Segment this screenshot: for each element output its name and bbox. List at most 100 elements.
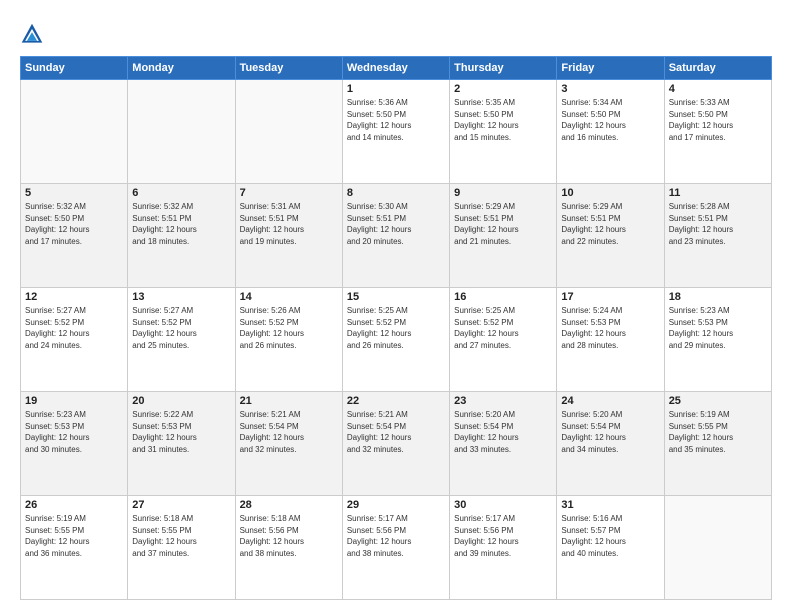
- page: SundayMondayTuesdayWednesdayThursdayFrid…: [0, 0, 792, 612]
- calendar-cell: 15 Sunrise: 5:25 AM Sunset: 5:52 PM Dayli…: [342, 288, 449, 392]
- day-number: 12: [25, 291, 123, 303]
- calendar-cell: 1Sunrise: 5:36 AM Sunset: 5:50 PM Daylig…: [342, 80, 449, 184]
- day-detail: Sunrise: 5:32 AM Sunset: 5:51 PM Dayligh…: [132, 201, 230, 247]
- day-number: 27: [132, 499, 230, 511]
- day-number: 26: [25, 499, 123, 511]
- calendar-week-1: 1Sunrise: 5:36 AM Sunset: 5:50 PM Daylig…: [21, 80, 772, 184]
- calendar-cell: 10Sunrise: 5:29 AM Sunset: 5:51 PM Dayli…: [557, 184, 664, 288]
- day-number: 24: [561, 395, 659, 407]
- day-number: 8: [347, 187, 445, 199]
- day-number: 11: [669, 187, 767, 199]
- calendar-cell: 9 Sunrise: 5:29 AM Sunset: 5:51 PM Daylig…: [450, 184, 557, 288]
- calendar-week-5: 26 Sunrise: 5:19 AM Sunset: 5:55 PM Dayli…: [21, 496, 772, 600]
- day-number: 16: [454, 291, 552, 303]
- day-detail: Sunrise: 5:17 AM Sunset: 5:56 PM Dayligh…: [347, 513, 445, 559]
- day-number: 9: [454, 187, 552, 199]
- weekday-header-friday: Friday: [557, 57, 664, 80]
- day-number: 15: [347, 291, 445, 303]
- day-detail: Sunrise: 5:24 AM Sunset: 5:53 PM Dayligh…: [561, 305, 659, 351]
- day-number: 20: [132, 395, 230, 407]
- calendar-cell: 4 Sunrise: 5:33 AM Sunset: 5:50 PM Daylig…: [664, 80, 771, 184]
- day-detail: Sunrise: 5:25 AM Sunset: 5:52 PM Dayligh…: [347, 305, 445, 351]
- day-detail: Sunrise: 5:29 AM Sunset: 5:51 PM Dayligh…: [454, 201, 552, 247]
- weekday-header-monday: Monday: [128, 57, 235, 80]
- logo-icon: [20, 22, 44, 46]
- day-detail: Sunrise: 5:19 AM Sunset: 5:55 PM Dayligh…: [25, 513, 123, 559]
- calendar-cell: 16 Sunrise: 5:25 AM Sunset: 5:52 PM Dayli…: [450, 288, 557, 392]
- calendar-cell: 18 Sunrise: 5:23 AM Sunset: 5:53 PM Dayli…: [664, 288, 771, 392]
- calendar-cell: 3Sunrise: 5:34 AM Sunset: 5:50 PM Daylig…: [557, 80, 664, 184]
- calendar-cell: 24 Sunrise: 5:20 AM Sunset: 5:54 PM Dayli…: [557, 392, 664, 496]
- day-detail: Sunrise: 5:35 AM Sunset: 5:50 PM Dayligh…: [454, 97, 552, 143]
- calendar-cell: 7Sunrise: 5:31 AM Sunset: 5:51 PM Daylig…: [235, 184, 342, 288]
- calendar-cell: 20 Sunrise: 5:22 AM Sunset: 5:53 PM Dayli…: [128, 392, 235, 496]
- day-number: 5: [25, 187, 123, 199]
- day-number: 25: [669, 395, 767, 407]
- calendar-cell: 17 Sunrise: 5:24 AM Sunset: 5:53 PM Dayli…: [557, 288, 664, 392]
- day-number: 10: [561, 187, 659, 199]
- calendar-week-4: 19Sunrise: 5:23 AM Sunset: 5:53 PM Dayli…: [21, 392, 772, 496]
- day-number: 2: [454, 83, 552, 95]
- weekday-header-thursday: Thursday: [450, 57, 557, 80]
- day-detail: Sunrise: 5:16 AM Sunset: 5:57 PM Dayligh…: [561, 513, 659, 559]
- day-detail: Sunrise: 5:22 AM Sunset: 5:53 PM Dayligh…: [132, 409, 230, 455]
- calendar-cell: 27 Sunrise: 5:18 AM Sunset: 5:55 PM Dayli…: [128, 496, 235, 600]
- calendar-cell: 21 Sunrise: 5:21 AM Sunset: 5:54 PM Dayli…: [235, 392, 342, 496]
- calendar-cell: 6 Sunrise: 5:32 AM Sunset: 5:51 PM Daylig…: [128, 184, 235, 288]
- day-number: 18: [669, 291, 767, 303]
- day-detail: Sunrise: 5:18 AM Sunset: 5:56 PM Dayligh…: [240, 513, 338, 559]
- day-detail: Sunrise: 5:23 AM Sunset: 5:53 PM Dayligh…: [669, 305, 767, 351]
- calendar-cell: 30Sunrise: 5:17 AM Sunset: 5:56 PM Dayli…: [450, 496, 557, 600]
- calendar-cell: [235, 80, 342, 184]
- day-detail: Sunrise: 5:20 AM Sunset: 5:54 PM Dayligh…: [454, 409, 552, 455]
- day-number: 23: [454, 395, 552, 407]
- calendar-cell: 14Sunrise: 5:26 AM Sunset: 5:52 PM Dayli…: [235, 288, 342, 392]
- weekday-header-sunday: Sunday: [21, 57, 128, 80]
- day-number: 13: [132, 291, 230, 303]
- day-number: 22: [347, 395, 445, 407]
- calendar-table: SundayMondayTuesdayWednesdayThursdayFrid…: [20, 56, 772, 600]
- day-number: 6: [132, 187, 230, 199]
- day-detail: Sunrise: 5:18 AM Sunset: 5:55 PM Dayligh…: [132, 513, 230, 559]
- day-number: 28: [240, 499, 338, 511]
- day-detail: Sunrise: 5:33 AM Sunset: 5:50 PM Dayligh…: [669, 97, 767, 143]
- calendar-cell: 19Sunrise: 5:23 AM Sunset: 5:53 PM Dayli…: [21, 392, 128, 496]
- header: [20, 18, 772, 46]
- calendar-cell: 22 Sunrise: 5:21 AM Sunset: 5:54 PM Dayli…: [342, 392, 449, 496]
- weekday-header-tuesday: Tuesday: [235, 57, 342, 80]
- day-detail: Sunrise: 5:19 AM Sunset: 5:55 PM Dayligh…: [669, 409, 767, 455]
- day-detail: Sunrise: 5:30 AM Sunset: 5:51 PM Dayligh…: [347, 201, 445, 247]
- day-number: 3: [561, 83, 659, 95]
- calendar-cell: [21, 80, 128, 184]
- day-detail: Sunrise: 5:31 AM Sunset: 5:51 PM Dayligh…: [240, 201, 338, 247]
- day-number: 4: [669, 83, 767, 95]
- calendar-cell: 29 Sunrise: 5:17 AM Sunset: 5:56 PM Dayli…: [342, 496, 449, 600]
- day-number: 21: [240, 395, 338, 407]
- calendar-week-3: 12 Sunrise: 5:27 AM Sunset: 5:52 PM Dayli…: [21, 288, 772, 392]
- day-detail: Sunrise: 5:26 AM Sunset: 5:52 PM Dayligh…: [240, 305, 338, 351]
- day-detail: Sunrise: 5:17 AM Sunset: 5:56 PM Dayligh…: [454, 513, 552, 559]
- day-detail: Sunrise: 5:36 AM Sunset: 5:50 PM Dayligh…: [347, 97, 445, 143]
- calendar-cell: 13 Sunrise: 5:27 AM Sunset: 5:52 PM Dayli…: [128, 288, 235, 392]
- day-detail: Sunrise: 5:21 AM Sunset: 5:54 PM Dayligh…: [240, 409, 338, 455]
- day-number: 17: [561, 291, 659, 303]
- day-number: 31: [561, 499, 659, 511]
- calendar-cell: 28 Sunrise: 5:18 AM Sunset: 5:56 PM Dayli…: [235, 496, 342, 600]
- calendar-cell: 31 Sunrise: 5:16 AM Sunset: 5:57 PM Dayli…: [557, 496, 664, 600]
- calendar-cell: 12 Sunrise: 5:27 AM Sunset: 5:52 PM Dayli…: [21, 288, 128, 392]
- weekday-header-row: SundayMondayTuesdayWednesdayThursdayFrid…: [21, 57, 772, 80]
- day-detail: Sunrise: 5:27 AM Sunset: 5:52 PM Dayligh…: [25, 305, 123, 351]
- calendar-cell: [664, 496, 771, 600]
- weekday-header-saturday: Saturday: [664, 57, 771, 80]
- logo: [20, 22, 48, 46]
- day-detail: Sunrise: 5:20 AM Sunset: 5:54 PM Dayligh…: [561, 409, 659, 455]
- day-number: 29: [347, 499, 445, 511]
- calendar-cell: 26 Sunrise: 5:19 AM Sunset: 5:55 PM Dayli…: [21, 496, 128, 600]
- day-detail: Sunrise: 5:25 AM Sunset: 5:52 PM Dayligh…: [454, 305, 552, 351]
- day-detail: Sunrise: 5:21 AM Sunset: 5:54 PM Dayligh…: [347, 409, 445, 455]
- calendar-cell: 25 Sunrise: 5:19 AM Sunset: 5:55 PM Dayli…: [664, 392, 771, 496]
- calendar-cell: 2 Sunrise: 5:35 AM Sunset: 5:50 PM Daylig…: [450, 80, 557, 184]
- day-number: 19: [25, 395, 123, 407]
- day-detail: Sunrise: 5:27 AM Sunset: 5:52 PM Dayligh…: [132, 305, 230, 351]
- calendar-cell: 8 Sunrise: 5:30 AM Sunset: 5:51 PM Daylig…: [342, 184, 449, 288]
